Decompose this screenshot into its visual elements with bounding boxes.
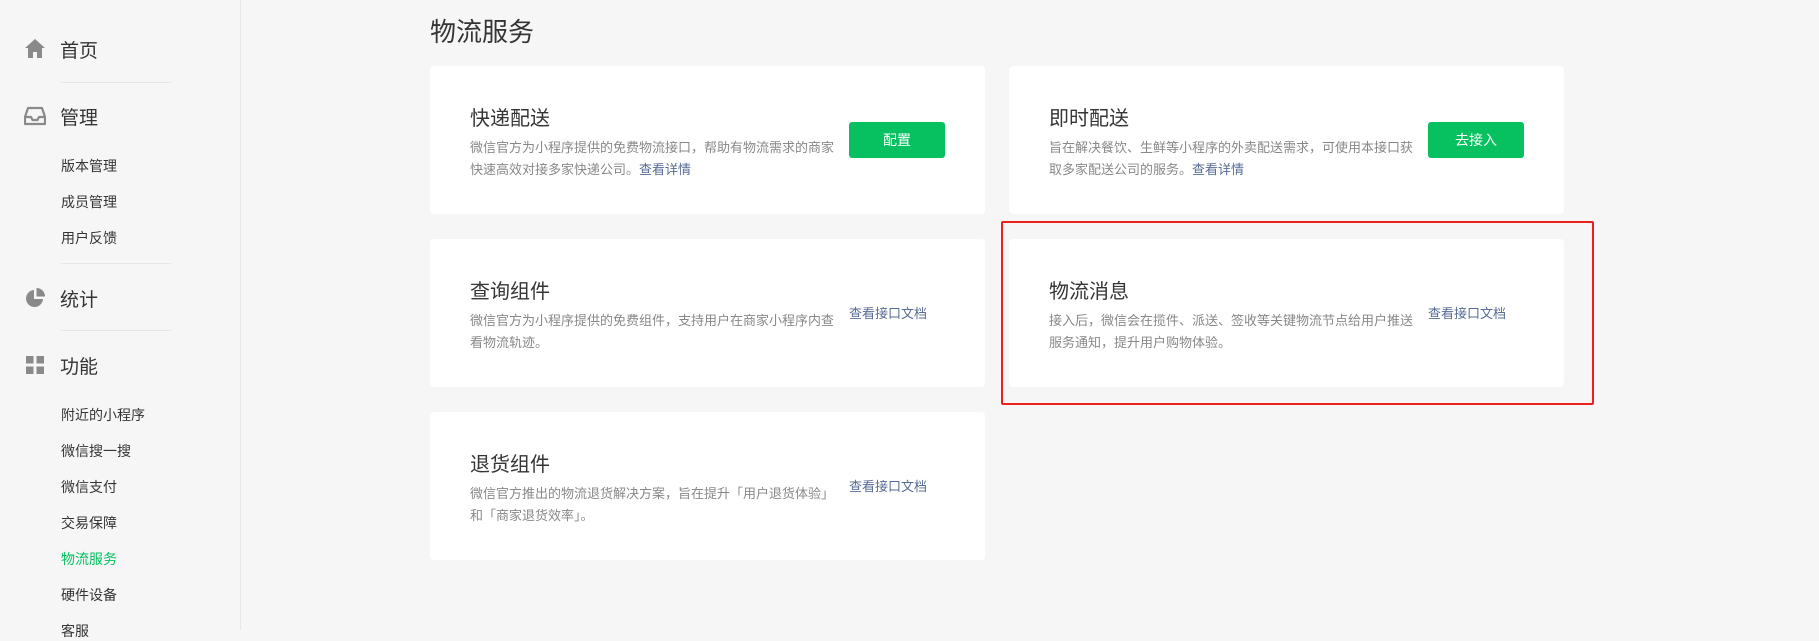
view-details-link[interactable]: 查看详情 bbox=[1192, 163, 1244, 178]
card-express-delivery: 快递配送 微信官方为小程序提供的免费物流接口，帮助有物流需求的商家快速高效对接多… bbox=[430, 66, 985, 214]
sidebar-item-nearby-miniprogram[interactable]: 附近的小程序 bbox=[61, 405, 145, 425]
card-return-component: 退货组件 微信官方推出的物流退货解决方案，旨在提升「用户退货体验」和「商家退货效… bbox=[430, 412, 985, 560]
card-description: 接入后，微信会在揽件、派送、签收等关键物流节点给用户推送服务通知，提升用户购物体… bbox=[1049, 314, 1414, 351]
card-title: 物流消息 bbox=[1049, 279, 1129, 303]
page-title: 物流服务 bbox=[430, 18, 535, 48]
card-instant-delivery: 即时配送 旨在解决餐饮、生鲜等小程序的外卖配送需求，可使用本接口获取多家配送公司… bbox=[1009, 66, 1564, 214]
sidebar-item-wechat-search[interactable]: 微信搜一搜 bbox=[61, 441, 131, 461]
sidebar-item-stats[interactable]: 统计 bbox=[24, 282, 98, 314]
sidebar-item-manage-label: 管理 bbox=[60, 106, 99, 129]
inbox-icon bbox=[23, 105, 47, 127]
card-logistics-message: 物流消息 接入后，微信会在揽件、派送、签收等关键物流节点给用户推送服务通知，提升… bbox=[1009, 239, 1564, 387]
view-details-link[interactable]: 查看详情 bbox=[639, 163, 691, 178]
sidebar-divider bbox=[61, 330, 171, 331]
sidebar-item-version-manage[interactable]: 版本管理 bbox=[61, 156, 117, 176]
sidebar-item-member-manage[interactable]: 成员管理 bbox=[61, 192, 117, 212]
pie-chart-icon bbox=[24, 287, 46, 309]
view-api-docs-link[interactable]: 查看接口文档 bbox=[849, 303, 927, 322]
card-title: 查询组件 bbox=[470, 279, 550, 303]
card-description: 微信官方为小程序提供的免费物流接口，帮助有物流需求的商家快速高效对接多家快递公司… bbox=[470, 138, 835, 182]
sidebar-item-features-label: 功能 bbox=[60, 355, 99, 378]
connect-button[interactable]: 去接入 bbox=[1428, 122, 1524, 158]
sidebar-item-stats-label: 统计 bbox=[60, 288, 99, 311]
sidebar-item-user-feedback[interactable]: 用户反馈 bbox=[61, 228, 117, 248]
sidebar-item-trade-guarantee[interactable]: 交易保障 bbox=[61, 513, 117, 533]
card-description: 微信官方推出的物流退货解决方案，旨在提升「用户退货体验」和「商家退货效率」。 bbox=[470, 487, 835, 524]
sidebar: 首页 管理 版本管理 成员管理 用户反馈 统计 功能 附近的小程序 微信搜一搜 … bbox=[0, 0, 241, 640]
configure-button[interactable]: 配置 bbox=[849, 122, 945, 158]
grid-icon bbox=[24, 354, 46, 376]
card-query-component: 查询组件 微信官方为小程序提供的免费组件，支持用户在商家小程序内查看物流轨迹。 … bbox=[430, 239, 985, 387]
card-title: 快递配送 bbox=[470, 106, 550, 130]
card-description: 旨在解决餐饮、生鲜等小程序的外卖配送需求，可使用本接口获取多家配送公司的服务。查… bbox=[1049, 138, 1414, 182]
card-title: 退货组件 bbox=[470, 452, 550, 476]
sidebar-item-wechat-pay[interactable]: 微信支付 bbox=[61, 477, 117, 497]
sidebar-item-hardware[interactable]: 硬件设备 bbox=[61, 585, 117, 605]
sidebar-item-features[interactable]: 功能 bbox=[24, 349, 98, 381]
sidebar-divider bbox=[61, 263, 171, 264]
sidebar-item-manage[interactable]: 管理 bbox=[23, 100, 99, 132]
sidebar-item-home-label: 首页 bbox=[60, 39, 99, 62]
sidebar-item-customer-service[interactable]: 客服 bbox=[61, 621, 89, 641]
view-api-docs-link[interactable]: 查看接口文档 bbox=[1428, 303, 1506, 322]
card-description: 微信官方为小程序提供的免费组件，支持用户在商家小程序内查看物流轨迹。 bbox=[470, 314, 835, 351]
sidebar-item-logistics[interactable]: 物流服务 bbox=[61, 549, 117, 569]
view-api-docs-link[interactable]: 查看接口文档 bbox=[849, 476, 927, 495]
home-icon bbox=[24, 38, 46, 60]
card-title: 即时配送 bbox=[1049, 106, 1129, 130]
sidebar-divider bbox=[61, 82, 171, 83]
sidebar-item-home[interactable]: 首页 bbox=[24, 33, 98, 65]
